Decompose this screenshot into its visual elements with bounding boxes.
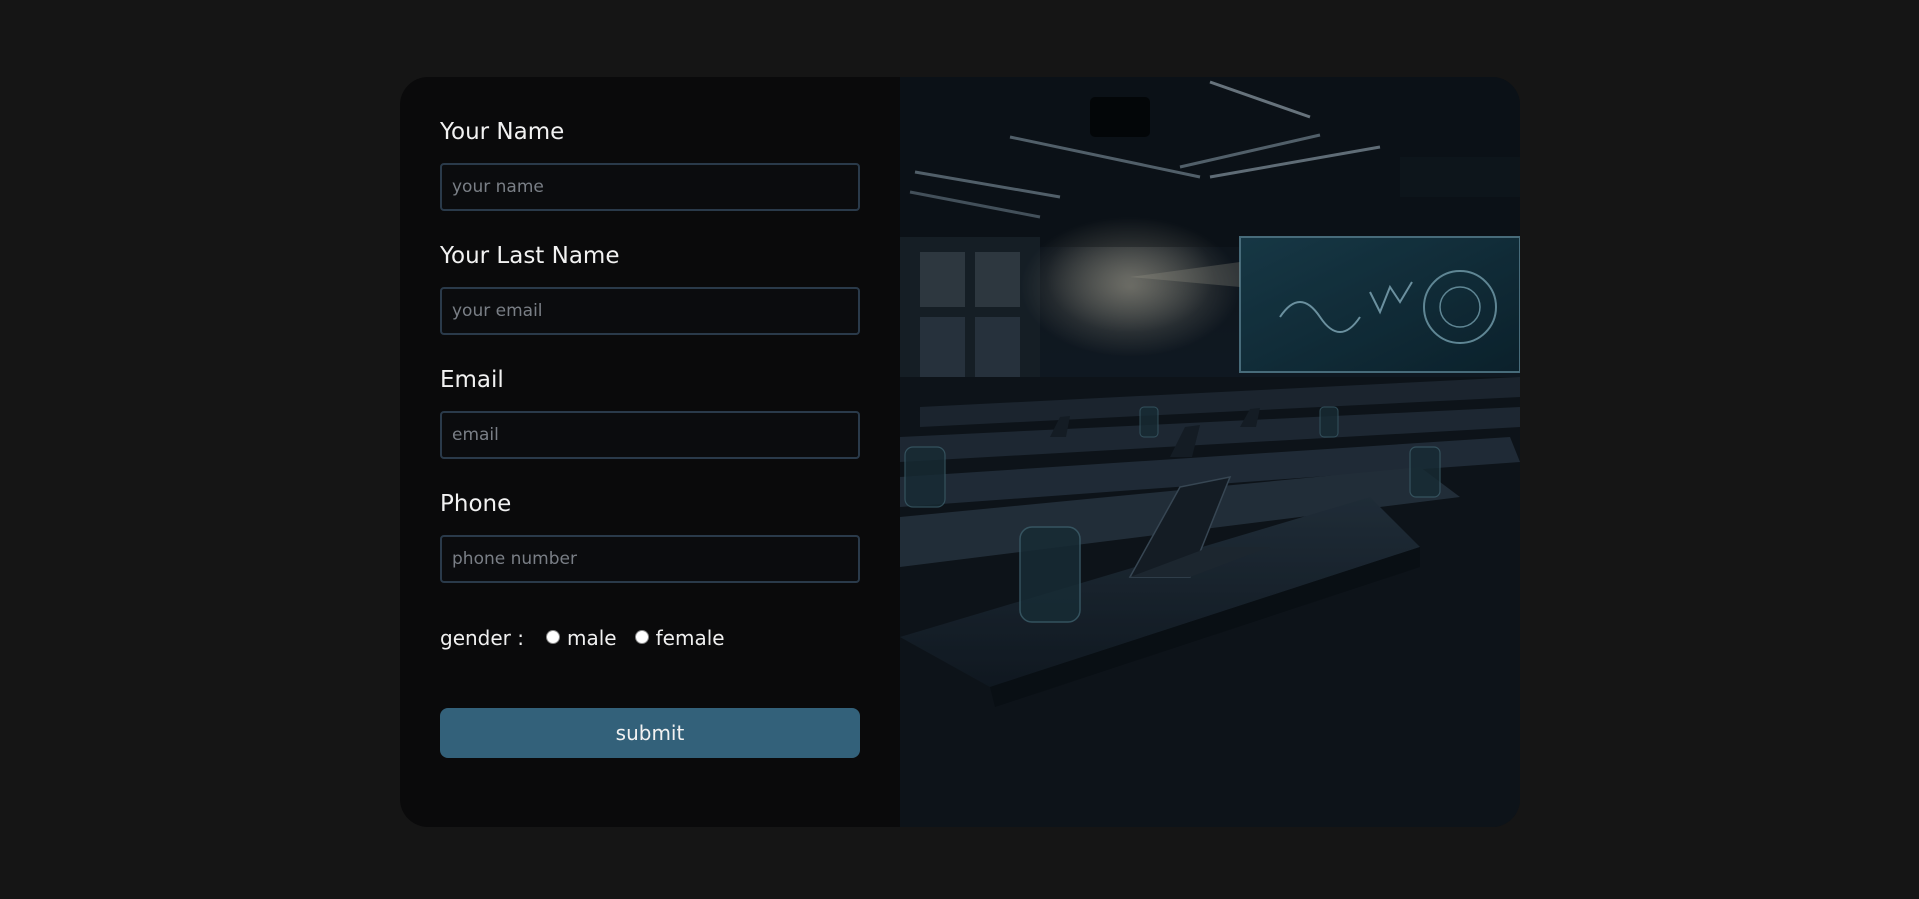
email-input[interactable] [440,411,860,459]
first-name-input[interactable] [440,163,860,211]
email-label: Email [440,367,504,393]
last-name-input[interactable] [440,287,860,335]
gender-label: gender : [440,626,524,650]
gender-option-male[interactable]: male [546,626,617,650]
male-radio[interactable] [546,630,560,644]
first-name-label: Your Name [440,119,565,145]
female-radio-label: female [655,626,725,650]
male-radio-label: male [567,626,617,650]
classroom-illustration [900,77,1520,827]
phone-input[interactable] [440,535,860,583]
registration-form: Your Name Your Last Name Email Phone gen… [400,77,900,827]
gender-option-female[interactable]: female [634,626,725,650]
female-radio[interactable] [634,630,649,644]
phone-label: Phone [440,491,512,517]
classroom-image [900,77,1520,827]
submit-button[interactable]: submit [440,708,860,758]
gender-group: gender : male female [440,623,860,653]
registration-card: Your Name Your Last Name Email Phone gen… [400,77,1520,827]
last-name-label: Your Last Name [440,243,620,269]
